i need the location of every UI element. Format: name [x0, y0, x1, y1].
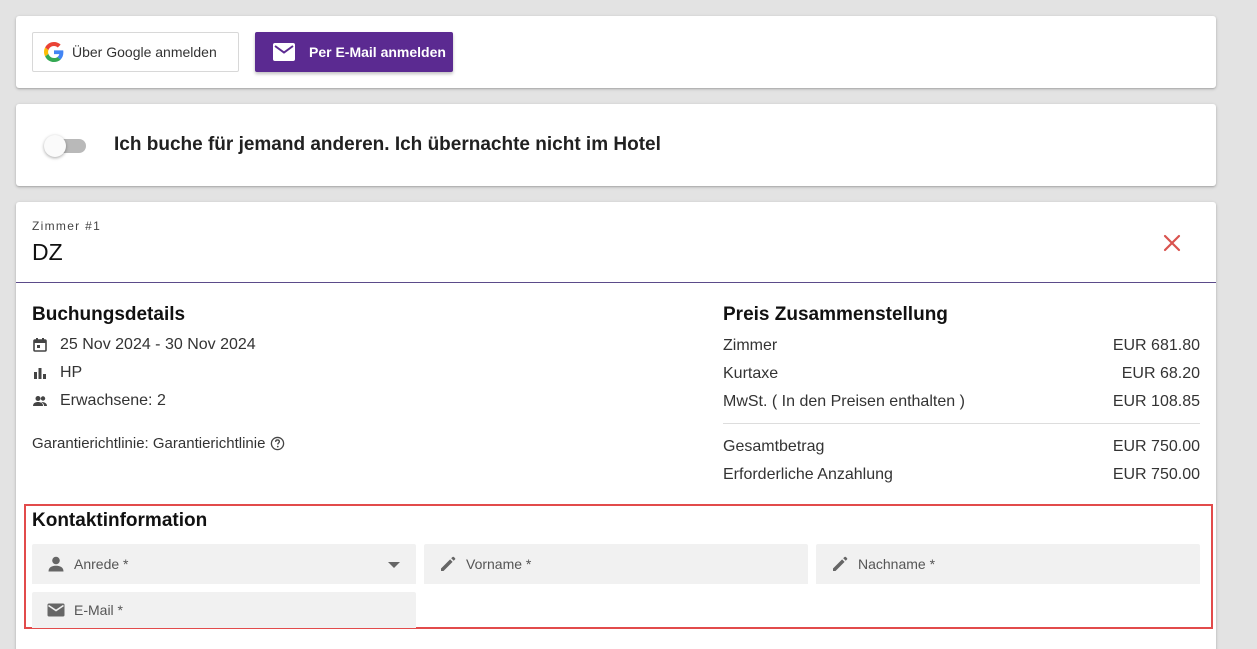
lastname-placeholder: Nachname *: [858, 556, 936, 572]
deposit-row: Erforderliche Anzahlung EUR 750.00: [723, 466, 1200, 484]
bar-chart-icon: [34, 368, 46, 379]
price-heading: Preis Zusammenstellung: [723, 304, 948, 325]
salutation-placeholder: Anrede *: [74, 556, 129, 572]
total-label: Gesamtbetrag: [723, 438, 825, 455]
google-login-button[interactable]: Über Google anmelden: [32, 32, 239, 72]
deposit-label: Erforderliche Anzahlung: [723, 466, 893, 483]
google-icon: [44, 42, 64, 62]
guarantee-text: Garantierichtlinie: Garantierichtlinie: [32, 435, 266, 452]
booking-for-other-card: Ich buche für jemand anderen. Ich überna…: [16, 104, 1216, 186]
price-label: Zimmer: [723, 337, 778, 354]
salutation-select[interactable]: Anrede *: [32, 544, 416, 584]
room-number: Zimmer #1: [32, 219, 102, 233]
dates-text: 25 Nov 2024 - 30 Nov 2024: [60, 336, 256, 353]
price-value: EUR 108.85: [1112, 393, 1200, 410]
price-value: EUR 681.80: [1112, 337, 1200, 354]
person-icon: [48, 556, 64, 572]
email-login-button[interactable]: Per E-Mail anmelden: [255, 32, 453, 72]
room-header-divider: [16, 282, 1216, 283]
price-row: Kurtaxe EUR 68.20: [723, 365, 1200, 383]
pencil-icon: [441, 556, 456, 571]
booking-for-other-label: Ich buche für jemand anderen. Ich überna…: [114, 134, 661, 155]
price-label: Kurtaxe: [723, 365, 779, 382]
guarantee-policy: Garantierichtlinie: Garantierichtlinie: [32, 435, 285, 452]
room-card: Zimmer #1 DZ Buchungsdetails 25 Nov 2024…: [16, 202, 1216, 649]
detail-guests: Erwachsene: 2: [32, 390, 166, 412]
board-text: HP: [60, 364, 83, 381]
deposit-value: EUR 750.00: [1112, 466, 1200, 483]
help-circle-icon[interactable]: [270, 436, 285, 451]
total-value: EUR 750.00: [1112, 438, 1200, 455]
booking-details-heading: Buchungsdetails: [32, 304, 186, 325]
close-icon[interactable]: [1161, 232, 1183, 254]
email-field[interactable]: E-Mail *: [32, 592, 416, 628]
email-placeholder: E-Mail *: [74, 602, 124, 618]
total-row: Gesamtbetrag EUR 750.00: [723, 438, 1200, 456]
firstname-placeholder: Vorname *: [466, 556, 532, 572]
mail-icon: [47, 603, 65, 617]
google-login-label: Über Google anmelden: [72, 44, 217, 60]
mail-icon: [273, 43, 295, 61]
lastname-field[interactable]: Nachname *: [816, 544, 1200, 584]
price-divider: [723, 423, 1200, 424]
price-row: MwSt. ( In den Preisen enthalten ) EUR 1…: [723, 393, 1200, 411]
price-label: MwSt. ( In den Preisen enthalten ): [723, 393, 965, 410]
people-icon: [33, 396, 47, 406]
contact-info-heading: Kontaktinformation: [32, 510, 208, 531]
booking-for-other-toggle[interactable]: [44, 135, 88, 157]
price-value: EUR 68.20: [1121, 365, 1200, 382]
room-type-title: DZ: [32, 239, 63, 265]
login-card: Über Google anmelden Per E-Mail anmelden: [16, 16, 1216, 88]
price-row: Zimmer EUR 681.80: [723, 337, 1200, 355]
guests-text: Erwachsene: 2: [60, 392, 166, 409]
pencil-icon: [833, 556, 848, 571]
detail-dates: 25 Nov 2024 - 30 Nov 2024: [32, 334, 256, 356]
toggle-thumb: [44, 135, 66, 157]
email-login-label: Per E-Mail anmelden: [309, 44, 446, 60]
calendar-icon: [33, 338, 47, 352]
detail-board: HP: [32, 362, 82, 384]
firstname-field[interactable]: Vorname *: [424, 544, 808, 584]
chevron-down-icon: [388, 562, 400, 568]
